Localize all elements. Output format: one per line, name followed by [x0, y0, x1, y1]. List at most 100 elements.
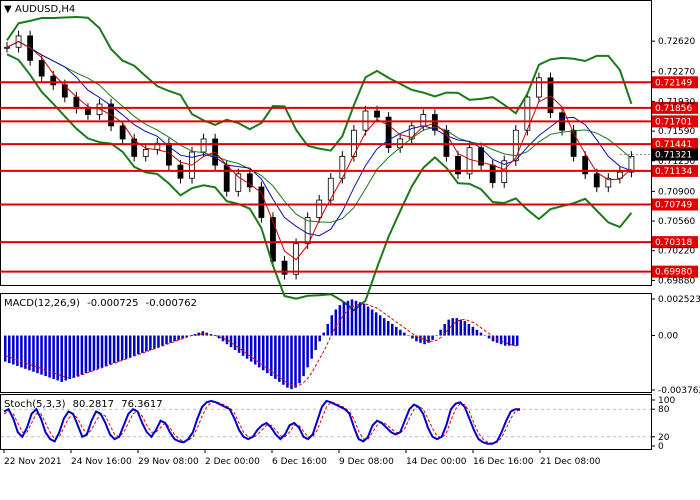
time-tick-label: 6 Dec 16:00	[272, 457, 327, 467]
macd-title: MACD(12,26,9) -0.000725 -0.000762	[4, 298, 197, 309]
macd-histogram-bar	[120, 335, 124, 361]
macd-histogram-bar	[177, 335, 180, 340]
stoch-main-value: 80.2817	[73, 399, 114, 410]
macd-histogram-bar	[511, 335, 515, 346]
macd-histogram-bar	[161, 335, 164, 346]
trading-chart: 0.721490.718560.717010.714410.711340.707…	[0, 0, 700, 467]
macd-histogram-bar	[471, 326, 475, 336]
macd-histogram-bar	[112, 335, 116, 364]
macd-histogram-bar	[503, 335, 507, 346]
time-tick-label: 29 Nov 08:00	[138, 457, 199, 467]
macd-histogram-bar	[100, 335, 104, 368]
macd-histogram-bar	[362, 303, 366, 336]
price-tick-label: 0.69880	[658, 276, 695, 286]
macd-histogram-bar	[141, 335, 144, 353]
candle-body	[4, 46, 10, 49]
macd-histogram-bar	[463, 321, 467, 336]
macd-histogram-bar	[330, 315, 334, 336]
macd-histogram-bar	[435, 335, 438, 337]
macd-histogram-bar	[137, 335, 140, 355]
stoch-title: Stoch(5,3,3) 80.2817 76.3617	[4, 399, 163, 410]
macd-histogram-bar	[72, 335, 76, 378]
macd-histogram-bar	[92, 335, 96, 371]
macd-histogram-bar	[386, 321, 390, 336]
macd-tick-label: 0.002523	[658, 295, 700, 305]
stoch-tick-label: 0	[658, 442, 664, 452]
macd-histogram-bar	[391, 323, 394, 336]
macd-histogram-bar	[165, 335, 168, 345]
time-tick-label: 14 Dec 00:00	[406, 457, 467, 467]
macd-histogram-bar	[278, 335, 281, 382]
macd-histogram-bar	[483, 335, 487, 337]
macd-histogram-bar	[314, 335, 317, 351]
macd-histogram-bar	[298, 335, 301, 384]
candle-body	[223, 164, 230, 192]
macd-histogram-bar	[346, 300, 350, 336]
price-tick-label: 0.71250	[658, 157, 695, 167]
macd-histogram-bar	[479, 332, 483, 336]
level-label: 0.71701	[655, 117, 692, 127]
time-tick-label: 24 Nov 16:00	[71, 457, 132, 467]
macd-signal-value: -0.000762	[146, 298, 197, 309]
macd-histogram-bar	[249, 335, 253, 362]
candle-body	[200, 138, 207, 153]
macd-histogram-bar	[237, 335, 241, 353]
macd-histogram-bar	[149, 335, 152, 351]
macd-histogram-bar	[451, 318, 454, 336]
macd-histogram-bar	[68, 335, 72, 379]
time-tick-label: 2 Dec 00:00	[205, 457, 260, 467]
macd-histogram-bar	[12, 335, 15, 365]
macd-histogram-bar	[427, 335, 430, 343]
macd-histogram-bar	[157, 335, 160, 348]
macd-histogram-bar	[306, 335, 309, 368]
macd-histogram-bar	[334, 309, 338, 336]
macd-histogram-bar	[419, 335, 422, 343]
candle-body	[420, 114, 427, 127]
macd-histogram-bar	[80, 335, 84, 375]
candle-body	[38, 59, 45, 77]
macd-histogram-bar	[76, 335, 80, 377]
candle-body	[142, 149, 149, 157]
macd-histogram-bar	[221, 335, 225, 342]
macd-histogram-bar	[439, 329, 442, 336]
dropdown-arrow-icon[interactable]: ▼	[4, 4, 12, 15]
macd-histogram-bar	[153, 335, 156, 349]
macd-histogram-bar	[366, 306, 370, 336]
macd-histogram-bar	[36, 335, 39, 374]
macd-histogram-bar	[60, 335, 63, 382]
macd-histogram-bar	[378, 315, 382, 336]
macd-histogram-bar	[395, 326, 398, 336]
macd-histogram-bar	[499, 335, 503, 345]
macd-histogram-bar	[310, 335, 313, 359]
time-axis: 22 Nov 2021 24 Nov 16:00 29 Nov 08:00 2 Dec…	[3, 449, 601, 467]
macd-histogram-bar	[16, 335, 19, 366]
macd-name: MACD(12,26,9)	[4, 298, 80, 309]
macd-histogram-bar	[475, 329, 479, 336]
candle-body	[327, 177, 334, 201]
candle-body	[119, 125, 126, 140]
price-tick-label: 0.70220	[658, 247, 695, 257]
macd-histogram-bar	[173, 335, 176, 342]
macd-histogram-bar	[128, 335, 132, 358]
macd-histogram-bar	[24, 335, 27, 369]
chart-title: AUDUSD,H4	[15, 4, 75, 15]
macd-histogram-bar	[407, 335, 410, 337]
macd-histogram-bar	[487, 335, 491, 339]
price-tick-label: 0.72620	[658, 37, 695, 47]
macd-histogram-bar	[431, 335, 434, 340]
macd-histogram-bar	[326, 323, 330, 336]
macd-histogram-bar	[201, 331, 205, 336]
macd-histogram-bar	[302, 335, 305, 377]
candle-body	[489, 164, 496, 184]
macd-histogram-bar	[318, 335, 321, 342]
macd-histogram-bar	[233, 335, 237, 351]
price-tick-label: 0.71590	[658, 127, 695, 137]
macd-histogram-bar	[245, 335, 249, 359]
macd-histogram-bar	[382, 318, 386, 336]
candle-body	[270, 217, 276, 262]
price-tick-label: 0.70560	[658, 217, 695, 227]
time-tick-label: 21 Dec 08:00	[540, 457, 601, 467]
time-tick-label: 22 Nov 2021	[4, 457, 62, 467]
macd-histogram-bar	[133, 335, 136, 356]
candle-body	[374, 110, 380, 118]
